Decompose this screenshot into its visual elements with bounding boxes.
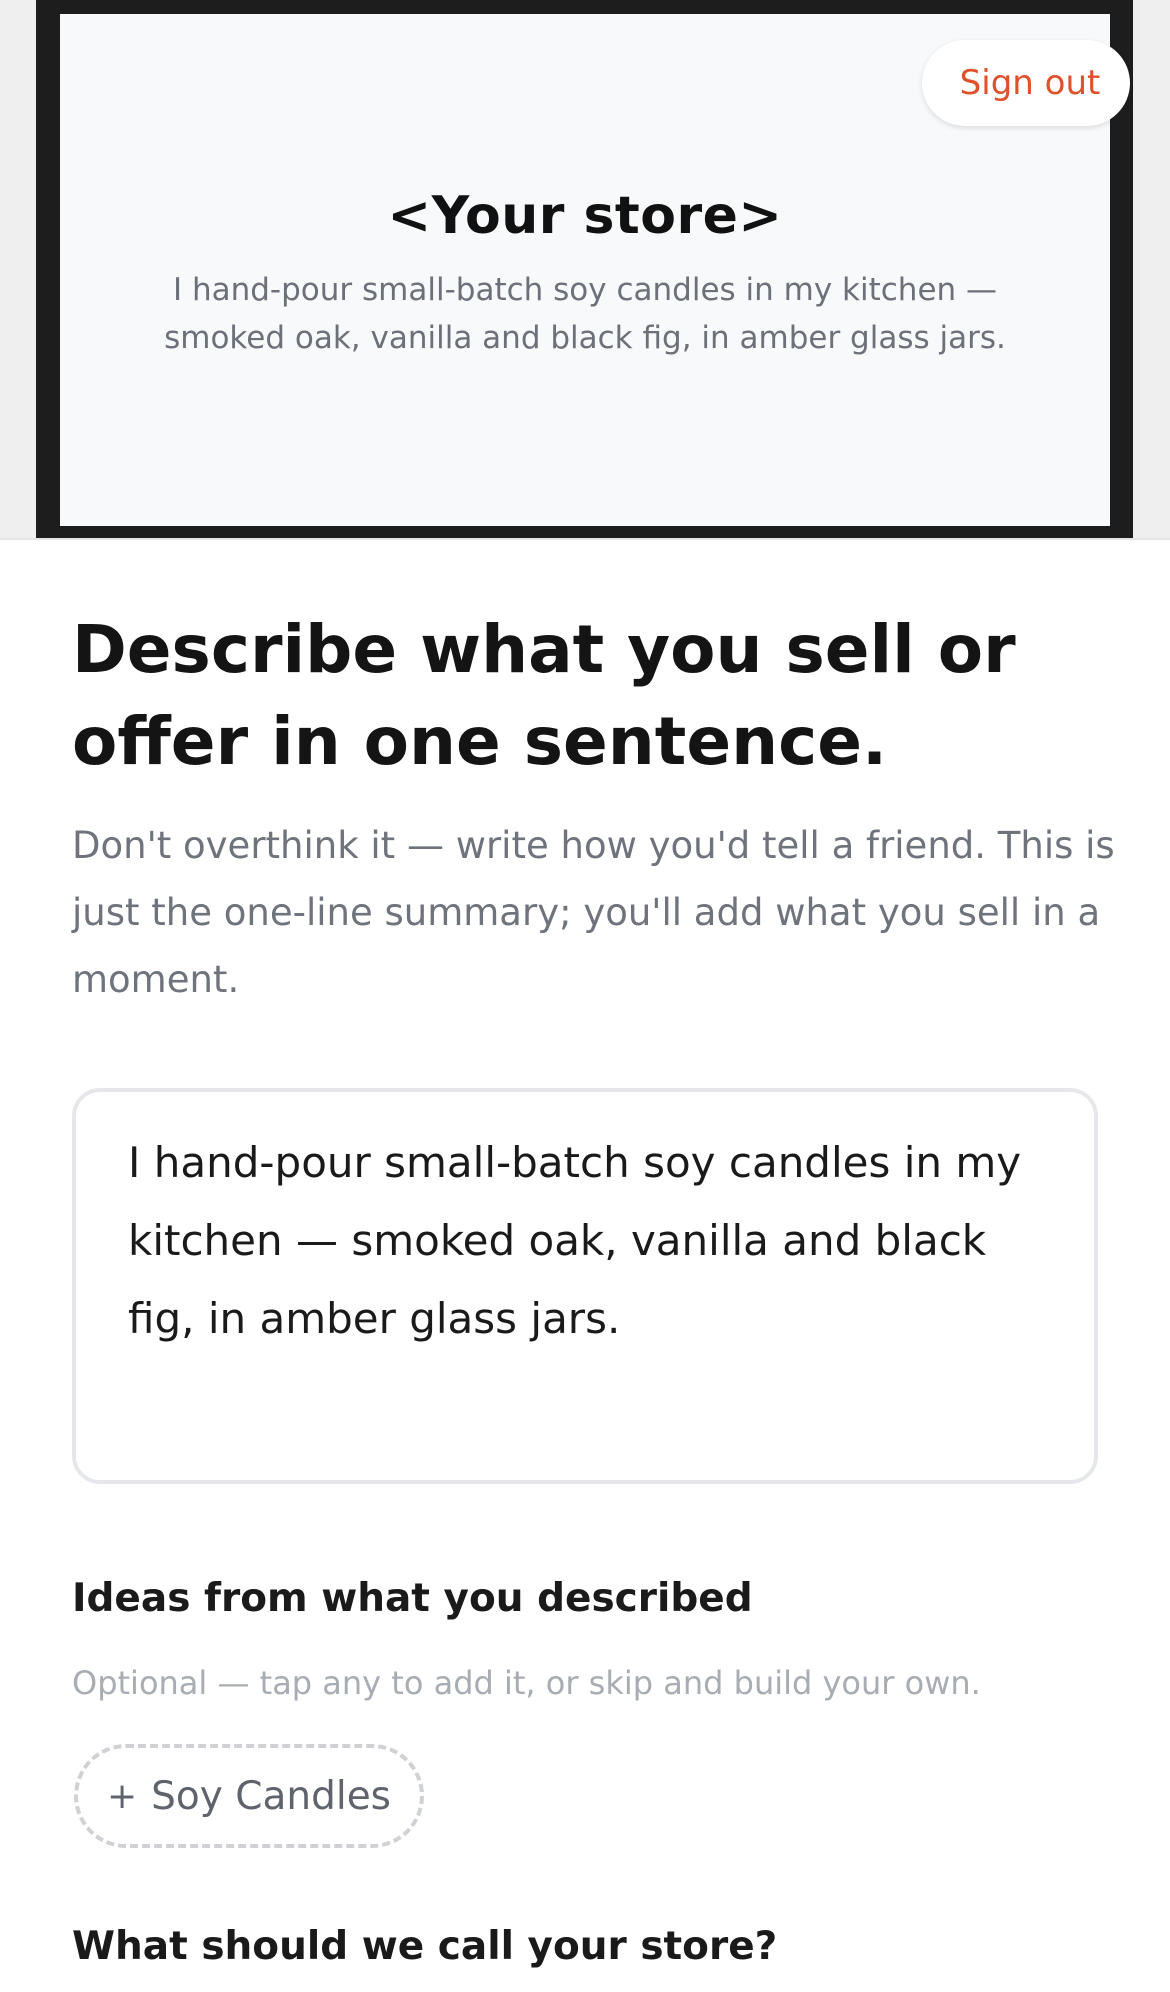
sign-out-button[interactable]: Sign out — [922, 40, 1130, 126]
idea-chip-soy-candles[interactable]: + Soy Candles — [74, 1744, 424, 1848]
plus-icon: + — [106, 1775, 138, 1817]
store-name-question: What should we call your store? — [72, 1924, 778, 1969]
preview-band: Sign out <Your store> I hand-pour small-… — [0, 0, 1170, 540]
idea-chip-label: Soy Candles — [151, 1773, 392, 1819]
page-title: Describe what you sell or offer in one s… — [72, 611, 1016, 780]
preview-store-description: I hand-pour small-batch soy candles in m… — [164, 272, 1006, 356]
ideas-subtitle: Optional — tap any to add it, or skip an… — [72, 1664, 981, 1702]
ideas-title: Ideas from what you described — [72, 1576, 753, 1621]
preview-store-name: <Your store> — [387, 186, 783, 246]
page-subtitle: Don't overthink it — write how you'd tel… — [72, 824, 1115, 1001]
description-textarea[interactable]: I hand-pour small-batch soy candles in m… — [72, 1088, 1098, 1484]
description-text: I hand-pour small-batch soy candles in m… — [128, 1138, 1022, 1343]
